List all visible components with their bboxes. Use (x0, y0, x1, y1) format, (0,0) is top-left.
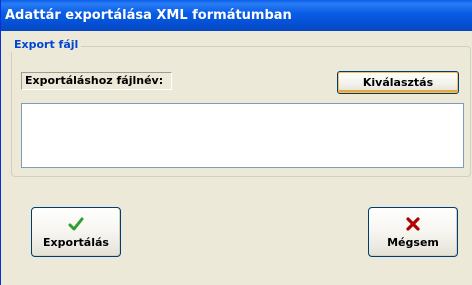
filename-field[interactable] (21, 103, 464, 168)
cancel-button-label: Mégsem (387, 236, 439, 249)
checkmark-icon (32, 216, 120, 232)
x-icon (369, 216, 457, 232)
export-file-legend: Export fájl (11, 38, 82, 52)
select-file-button[interactable]: Kiválasztás (337, 71, 459, 94)
export-dialog-window: Adattár exportálása XML formátumban Expo… (0, 0, 472, 285)
filename-label: Exportáláshoz fájlnév: (21, 72, 172, 90)
window-title: Adattár exportálása XML formátumban (1, 0, 472, 31)
export-button-label: Exportálás (43, 236, 109, 249)
export-button[interactable]: Exportálás (31, 207, 121, 257)
cancel-button[interactable]: Mégsem (368, 207, 458, 257)
dialog-body: Export fájl Exportáláshoz fájlnév: Kivál… (1, 31, 472, 285)
